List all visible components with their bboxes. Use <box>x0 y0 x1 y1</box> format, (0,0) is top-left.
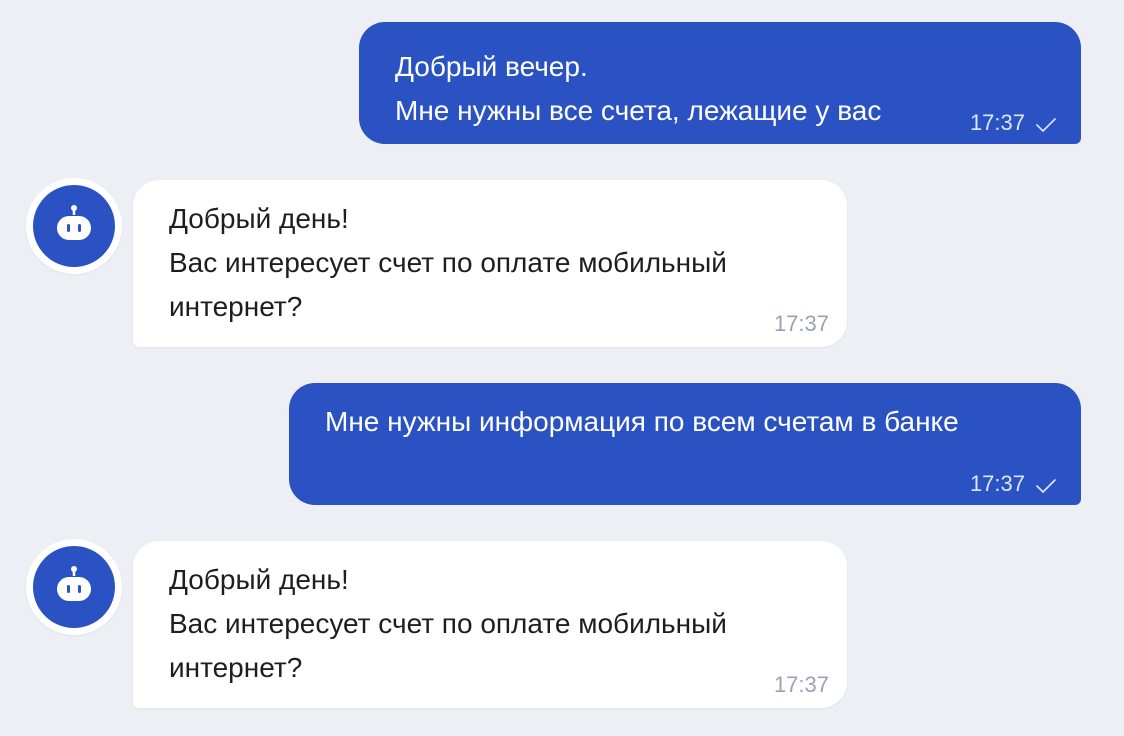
message-text: Добрый вечер. Мне нужны все счета, лежащ… <box>395 45 881 133</box>
outgoing-message[interactable]: Добрый вечер. Мне нужны все счета, лежащ… <box>359 22 1081 144</box>
incoming-message[interactable]: Добрый день! Вас интересует счет по опла… <box>133 180 847 347</box>
message-text: Добрый день! Вас интересует счет по опла… <box>169 197 727 329</box>
message-meta: 17:37 <box>774 674 829 696</box>
message-meta: 17:37 <box>970 473 1057 495</box>
message-meta: 17:37 <box>774 313 829 335</box>
message-time: 17:37 <box>773 311 829 336</box>
bot-avatar <box>26 178 122 274</box>
incoming-message[interactable]: Добрый день! Вас интересует счет по опла… <box>133 541 847 708</box>
message-line: Вас интересует счет по оплате мобильный <box>169 608 727 639</box>
message-line: Добрый день! <box>169 203 349 234</box>
check-icon <box>1035 476 1057 493</box>
message-line: Добрый вечер. <box>395 51 588 82</box>
message-meta: 17:37 <box>970 112 1057 134</box>
robot-icon <box>33 546 115 628</box>
outgoing-message[interactable]: Мне нужны информация по всем счетам в ба… <box>289 383 1081 505</box>
message-line: Вас интересует счет по оплате мобильный <box>169 247 727 278</box>
message-line: Добрый день! <box>169 564 349 595</box>
message-time: 17:37 <box>773 672 829 697</box>
message-text: Мне нужны информация по всем счетам в ба… <box>325 400 959 444</box>
message-time: 17:37 <box>969 471 1025 496</box>
bot-avatar <box>26 539 122 635</box>
message-text: Добрый день! Вас интересует счет по опла… <box>169 558 727 690</box>
message-line: интернет? <box>169 291 303 322</box>
robot-icon <box>33 185 115 267</box>
check-icon <box>1035 115 1057 132</box>
message-line: Мне нужны информация по всем счетам в ба… <box>325 406 959 437</box>
message-line: интернет? <box>169 652 303 683</box>
chat-thread: Добрый вечер. Мне нужны все счета, лежащ… <box>0 0 1124 736</box>
message-line: Мне нужны все счета, лежащие у вас <box>395 95 882 126</box>
message-time: 17:37 <box>969 110 1025 135</box>
